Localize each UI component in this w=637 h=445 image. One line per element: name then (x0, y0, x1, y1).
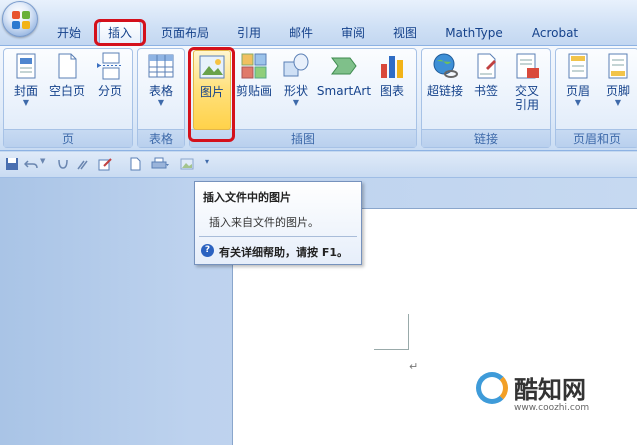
chevron-down-icon: ▼ (157, 98, 165, 107)
blank-page-button[interactable]: 空白页 (46, 52, 88, 98)
office-logo-icon (12, 11, 30, 29)
table-label: 表格 (148, 84, 173, 98)
bookmark-icon (472, 52, 500, 80)
group-label-pages: 页 (4, 129, 132, 147)
bookmark-label: 书签 (473, 84, 498, 98)
help-icon: ? (201, 244, 214, 257)
table-button[interactable]: 表格 ▼ (142, 52, 180, 108)
cover-page-label: 封面 (13, 84, 38, 98)
chart-button[interactable]: 图表 (374, 52, 410, 98)
page-margin-corner (374, 314, 409, 350)
page-break-icon (96, 52, 124, 80)
tooltip-help-text: 有关详细帮助，请按 F1。 (219, 246, 348, 259)
quick-access-toolbar (0, 152, 637, 178)
tooltip-divider (199, 236, 357, 237)
hyperlink-button[interactable]: 超链接 (424, 52, 466, 98)
cover-page-button[interactable]: 封面 ▼ (8, 52, 44, 108)
footer-label: 页脚 (605, 84, 630, 98)
header-icon (564, 52, 592, 80)
clip-art-button[interactable]: 剪贴画 (234, 52, 274, 98)
tab-acrobat[interactable]: Acrobat (522, 22, 588, 44)
page-break-label: 分页 (97, 84, 122, 98)
edit-icon[interactable] (98, 157, 112, 171)
watermark-url: www.coozhi.com (514, 403, 590, 413)
hyperlink-label: 超链接 (426, 84, 463, 98)
shapes-button[interactable]: 形状 ▼ (278, 52, 314, 108)
blank-page-label: 空白页 (48, 84, 85, 98)
picture-tooltip: 插入文件中的图片 插入来自文件的图片。 ? 有关详细帮助，请按 F1。 (194, 181, 362, 265)
table-icon (147, 52, 175, 80)
chart-label: 图表 (379, 84, 404, 98)
shapes-label: 形状 (283, 84, 308, 98)
smartart-label: SmartArt (316, 84, 372, 98)
chevron-down-icon: ▼ (574, 98, 582, 107)
redo-icon[interactable] (56, 157, 70, 171)
insert-picture-small-icon[interactable] (180, 157, 194, 171)
paragraph-mark: ↵ (409, 360, 419, 373)
smartart-icon (330, 52, 358, 80)
page-break-button[interactable]: 分页 (92, 52, 128, 98)
group-label-tables: 表格 (138, 129, 184, 147)
watermark-name: 酷知网 (514, 375, 586, 404)
save-icon[interactable] (5, 157, 19, 171)
undo-icon[interactable] (23, 157, 38, 171)
clip-art-label: 剪贴画 (235, 84, 272, 98)
header-label: 页眉 (565, 84, 590, 98)
insert-tab-highlight (94, 19, 146, 46)
watermark: 酷知网 www.coozhi.com (476, 370, 626, 420)
chevron-down-icon: ▼ (292, 98, 300, 107)
tooltip-title: 插入文件中的图片 (203, 191, 291, 204)
tab-references[interactable]: 引用 (228, 22, 270, 44)
clip-art-icon (240, 52, 268, 80)
group-label-header-footer: 页眉和页 (556, 129, 637, 147)
chart-icon (378, 52, 406, 80)
footer-icon (604, 52, 632, 80)
tab-mailings[interactable]: 邮件 (280, 22, 322, 44)
cross-reference-label: 交叉 引用 (514, 84, 539, 112)
cover-page-icon (12, 52, 40, 80)
watermark-logo-icon (476, 372, 508, 404)
new-document-icon[interactable] (128, 157, 142, 171)
chevron-down-icon: ▼ (22, 98, 30, 107)
tab-home[interactable]: 开始 (48, 22, 90, 44)
hyperlink-icon (431, 52, 459, 80)
office-button[interactable] (2, 1, 38, 37)
header-button[interactable]: 页眉 ▼ (560, 52, 596, 108)
tab-page-layout[interactable]: 页面布局 (152, 22, 218, 44)
cross-reference-icon (513, 52, 541, 80)
group-label-links: 链接 (422, 129, 550, 147)
bookmark-button[interactable]: 书签 (468, 52, 504, 98)
customize-toolbar-icon[interactable]: ▾ (205, 157, 213, 171)
chevron-down-icon: ▼ (614, 98, 622, 107)
tab-view[interactable]: 视图 (384, 22, 426, 44)
footer-button[interactable]: 页脚 ▼ (600, 52, 636, 108)
chevron-down-icon[interactable]: ▼ (40, 157, 48, 171)
tab-mathtype[interactable]: MathType (436, 22, 512, 44)
shapes-icon (282, 52, 310, 80)
print-icon[interactable] (150, 157, 170, 171)
format-painter-icon[interactable] (76, 157, 90, 171)
smartart-button[interactable]: SmartArt (316, 52, 372, 98)
picture-button-highlight (188, 47, 235, 142)
tab-review[interactable]: 审阅 (332, 22, 374, 44)
blank-page-icon (53, 52, 81, 80)
cross-reference-button[interactable]: 交叉 引用 (508, 52, 546, 112)
tooltip-description: 插入来自文件的图片。 (209, 216, 319, 229)
